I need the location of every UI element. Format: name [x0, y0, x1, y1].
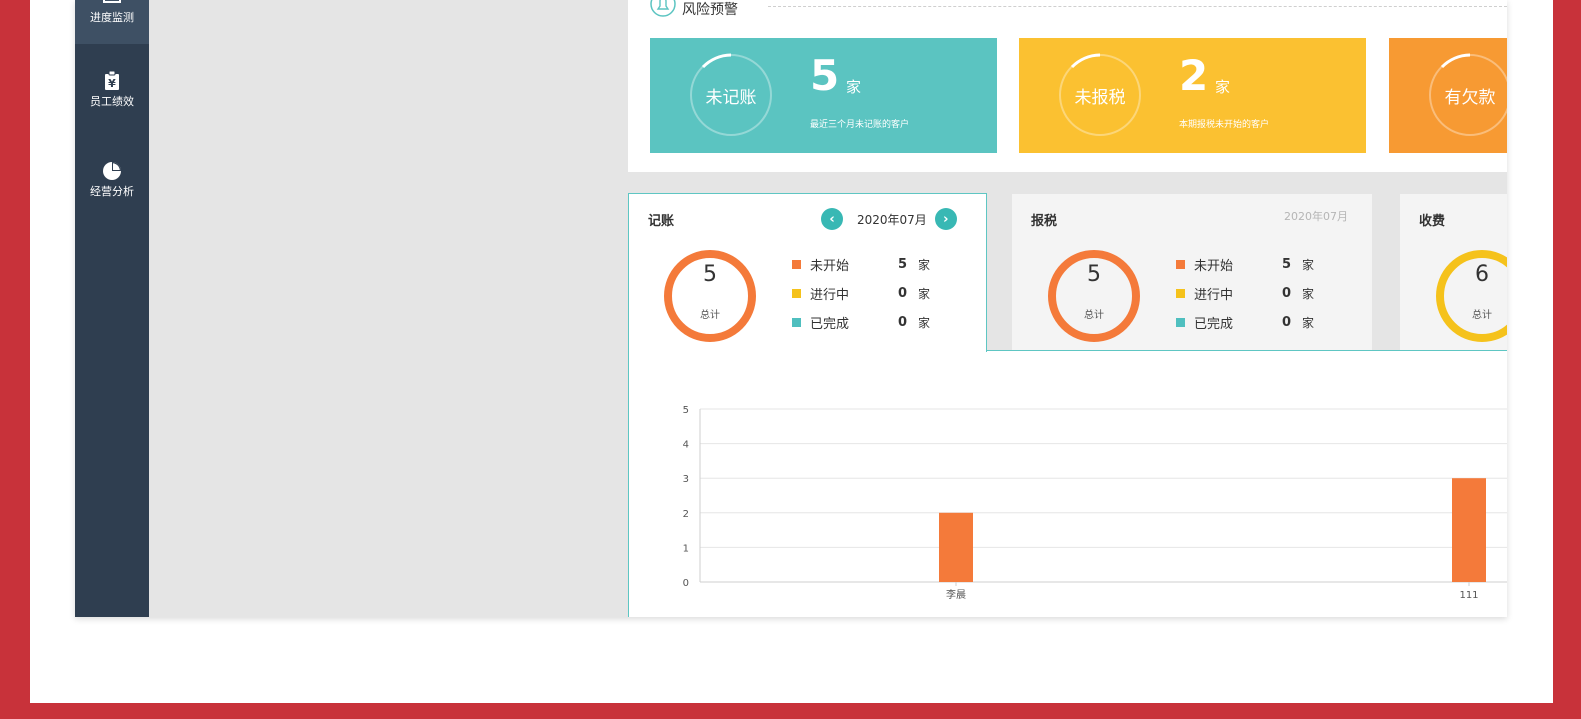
- risk-card-desc: 本期报税未开始的客户: [1179, 120, 1270, 130]
- next-month-button[interactable]: ›: [934, 208, 957, 230]
- legend-swatch: [792, 259, 801, 269]
- donut-total-label: 总计: [700, 310, 720, 321]
- legend-item: 已完成 0 家: [792, 314, 931, 332]
- risk-card-count: 2: [1179, 51, 1209, 100]
- sidebar-item-label: 员工绩效: [90, 95, 134, 108]
- bar-chart-panel: 0 1 2 3 4 5 李晨 111: [628, 350, 1507, 617]
- bar-chart: 0 1 2 3 4 5 李晨 111: [683, 405, 1507, 601]
- legend-unit: 家: [1302, 257, 1315, 272]
- risk-card-unrecorded[interactable]: 未记账 5 家 最近三个月未记账的客户: [650, 38, 997, 153]
- y-tick-label: 4: [683, 440, 689, 451]
- risk-card-unit: 家: [1215, 78, 1231, 96]
- legend-value: 0: [1282, 285, 1292, 301]
- legend-unit: 家: [918, 315, 931, 330]
- prev-month-button[interactable]: ‹: [821, 208, 843, 230]
- legend-value: 5: [1282, 256, 1292, 272]
- legend-item: 已完成 0 家: [1176, 314, 1315, 332]
- legend-unit: 家: [1302, 286, 1315, 301]
- legend-item: 进行中 0 家: [792, 285, 931, 303]
- legend-value: 0: [898, 314, 908, 330]
- legend-value: 5: [898, 256, 908, 272]
- legend-item: 未开始 5 家: [1176, 256, 1315, 274]
- stat-card-fees[interactable]: 收费 6 总计: [1400, 194, 1507, 350]
- donut-total: 5: [703, 262, 717, 287]
- risk-warning-title-text: 风险预警: [682, 2, 738, 18]
- calendar-icon: [101, 0, 123, 8]
- risk-card-count: 5: [810, 51, 840, 100]
- sidebar-item-business-analysis[interactable]: 经营分析: [75, 160, 149, 210]
- y-tick-label: 1: [683, 543, 689, 554]
- y-tick-label: 0: [683, 578, 689, 589]
- legend-swatch: [792, 317, 801, 327]
- svg-text:¥: ¥: [108, 77, 116, 90]
- sidebar: 进度监测 ¥ 员工绩效 经营分析: [75, 0, 149, 617]
- pie-chart-icon: [101, 160, 123, 182]
- legend-name: 进行中: [810, 287, 850, 303]
- stat-card-tax-filing[interactable]: 报税 2020年07月 5 总计 未开始 5 家 进行中 0 家 已完成 0 家: [1012, 194, 1372, 350]
- legend-name: 进行中: [1194, 287, 1234, 303]
- divider: [768, 6, 1507, 7]
- legend-unit: 家: [918, 286, 931, 301]
- risk-card-arrears[interactable]: 有欠款: [1389, 38, 1507, 153]
- bell-icon: [650, 0, 676, 17]
- month-label: 2020年07月: [1284, 210, 1348, 223]
- risk-card-ring-label: 未报税: [1074, 87, 1126, 108]
- month-label: 2020年07月: [857, 212, 927, 227]
- bar[interactable]: [1452, 478, 1486, 582]
- sidebar-item-label: 进度监测: [90, 11, 134, 24]
- risk-warning-title: 风险预警: [650, 0, 738, 18]
- donut-total-label: 总计: [1084, 310, 1104, 321]
- x-tick-label: 李晨: [946, 588, 966, 601]
- legend-unit: 家: [918, 257, 931, 272]
- donut-total-label: 总计: [1472, 310, 1492, 321]
- stat-card-title: 记账: [648, 214, 675, 229]
- legend-swatch: [792, 288, 801, 298]
- legend-name: 未开始: [1194, 258, 1234, 274]
- y-tick-label: 5: [683, 405, 689, 416]
- legend-swatch: [1176, 288, 1185, 298]
- legend-name: 未开始: [810, 258, 850, 274]
- stat-card-title: 报税: [1031, 214, 1058, 229]
- legend-unit: 家: [1302, 315, 1315, 330]
- sidebar-item-label: 经营分析: [90, 185, 134, 198]
- legend-item: 未开始 5 家: [792, 256, 931, 274]
- y-tick-label: 3: [683, 474, 689, 485]
- risk-card-unit: 家: [846, 78, 862, 96]
- app-window: 进度监测 ¥ 员工绩效 经营分析 风险预警 未记账 5 家 最近三个月未记账的客…: [75, 0, 1507, 617]
- risk-warning-panel: 风险预警 未记账 5 家 最近三个月未记账的客户 未报税 2 家 本期报税未开始…: [628, 0, 1507, 172]
- legend-item: 进行中 0 家: [1176, 285, 1315, 303]
- legend-swatch: [1176, 317, 1185, 327]
- legend-value: 0: [1282, 314, 1292, 330]
- sidebar-item-progress[interactable]: 进度监测: [75, 0, 149, 44]
- dashboard-content: 风险预警 未记账 5 家 最近三个月未记账的客户 未报税 2 家 本期报税未开始…: [628, 0, 1507, 617]
- risk-card-untaxed[interactable]: 未报税 2 家 本期报税未开始的客户: [1019, 38, 1366, 153]
- legend-name: 已完成: [1194, 316, 1234, 332]
- bar[interactable]: [939, 512, 973, 582]
- risk-card-ring-label: 未记账: [705, 87, 757, 108]
- clipboard-yen-icon: ¥: [101, 70, 123, 92]
- divider: [987, 350, 1507, 351]
- donut-total: 6: [1475, 262, 1489, 287]
- stat-card-title: 收费: [1419, 214, 1446, 229]
- legend-name: 已完成: [810, 316, 850, 332]
- risk-card-desc: 最近三个月未记账的客户: [810, 120, 910, 130]
- donut-total: 5: [1087, 262, 1101, 287]
- legend-swatch: [1176, 259, 1185, 269]
- x-tick-label: 111: [1459, 590, 1478, 601]
- legend-value: 0: [898, 285, 908, 301]
- sidebar-item-staff-performance[interactable]: ¥ 员工绩效: [75, 70, 149, 120]
- stat-card-bookkeeping[interactable]: 记账 ‹ 2020年07月 › 5 总计 未开始 5 家 进行中 0 家 已完成 0 家: [628, 193, 987, 352]
- risk-card-ring-label: 有欠款: [1444, 87, 1496, 108]
- y-tick-label: 2: [683, 509, 689, 520]
- date-switcher: ‹ 2020年07月 ›: [821, 208, 957, 230]
